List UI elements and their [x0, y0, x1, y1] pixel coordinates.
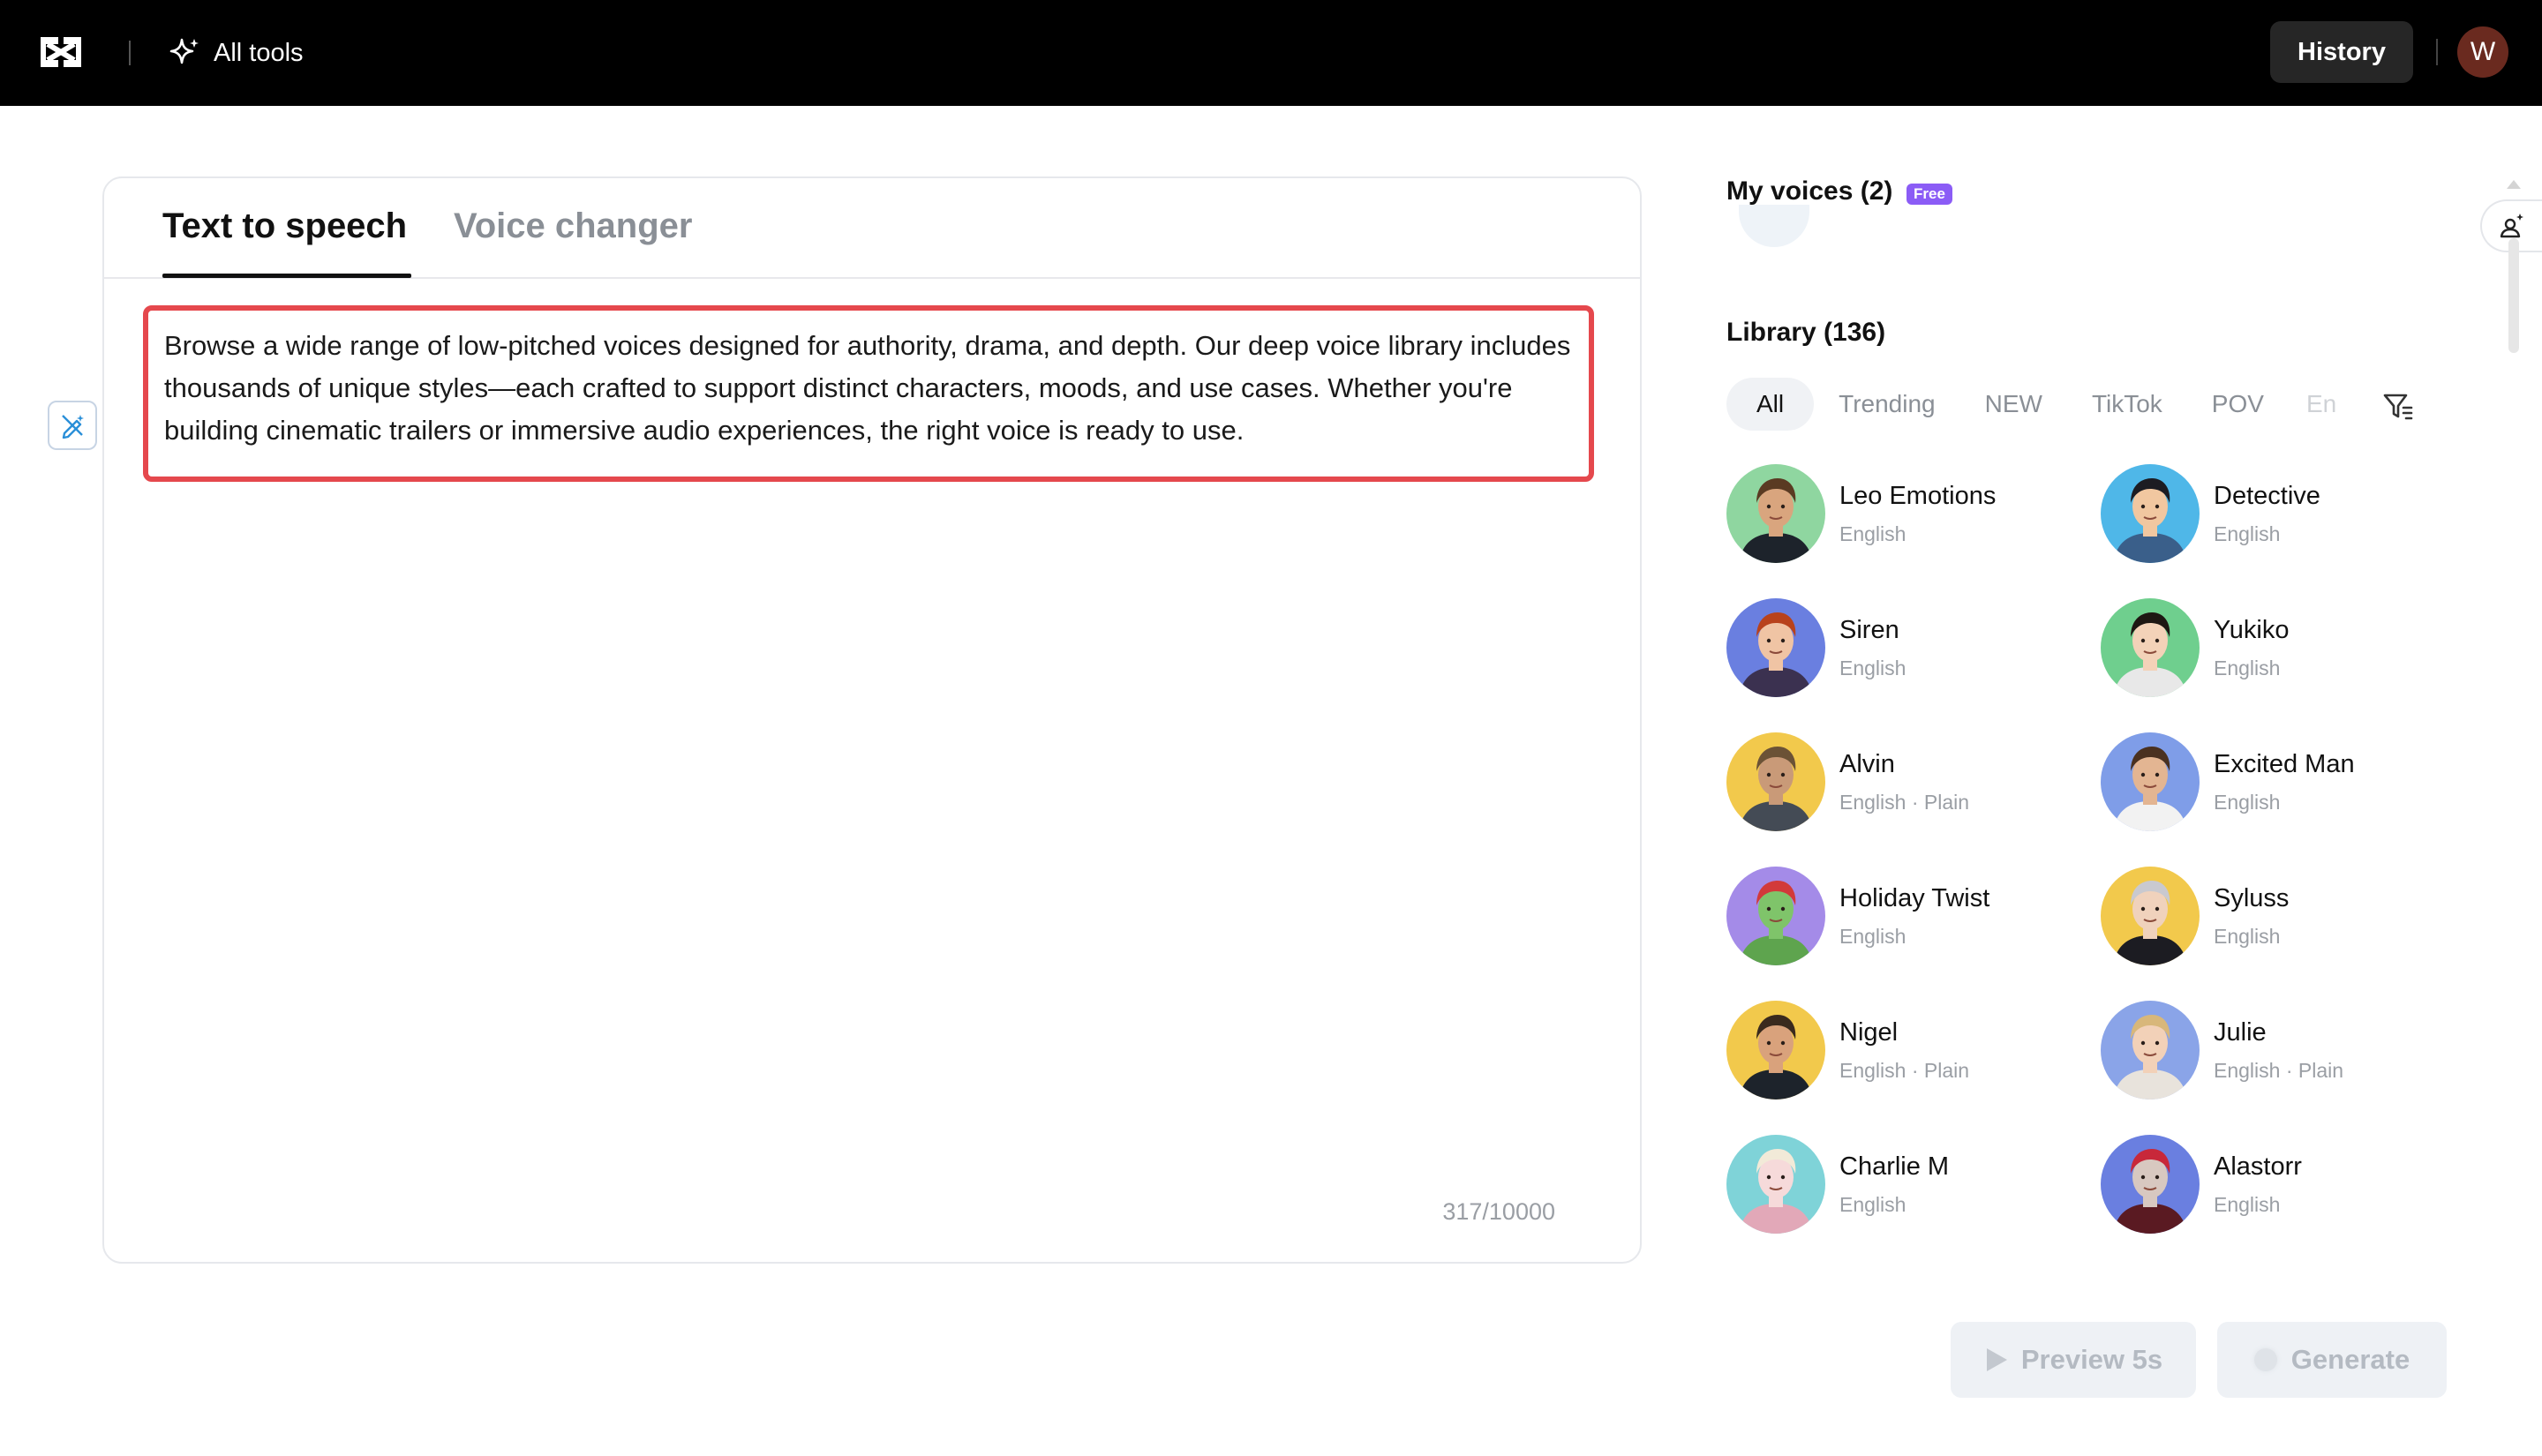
history-button[interactable]: History: [2270, 21, 2413, 83]
voice-name: Syluss: [2214, 884, 2290, 912]
active-tab-underline: [162, 274, 411, 278]
voice-item[interactable]: Holiday Twist English: [1726, 867, 2079, 967]
generate-button[interactable]: Generate: [2217, 1322, 2447, 1398]
voice-meta: English: [2214, 522, 2281, 545]
top-bar: All tools History W: [0, 0, 2542, 106]
speech-text-input[interactable]: Browse a wide range of low-pitched voice…: [143, 305, 1594, 482]
voice-item[interactable]: Syluss English: [2101, 867, 2454, 967]
voice-name: Yukiko: [2214, 616, 2290, 644]
voice-avatar: [2101, 464, 2200, 563]
voice-name: Detective: [2214, 482, 2320, 510]
voice-avatar: [1726, 867, 1825, 965]
voice-name: Alastorr: [2214, 1152, 2302, 1181]
preview-button[interactable]: Preview 5s: [1951, 1322, 2196, 1398]
voice-meta: English: [2214, 657, 2281, 679]
preview-label: Preview 5s: [2020, 1344, 2163, 1375]
voice-name: Leo Emotions: [1839, 482, 1997, 510]
voice-item[interactable]: Leo Emotions English: [1726, 464, 2079, 565]
voice-meta: English: [1839, 925, 1906, 948]
voice-meta: English: [2214, 1193, 2281, 1216]
voice-item[interactable]: Charlie M English: [1726, 1135, 2079, 1235]
voice-item[interactable]: Siren English: [1726, 598, 2079, 699]
voice-meta: English · Plain: [1839, 1059, 1970, 1082]
voice-meta: English: [2214, 791, 2281, 814]
voice-item[interactable]: Julie English · Plain: [2101, 1001, 2454, 1101]
voice-avatar: [1726, 598, 1825, 697]
generate-label: Generate: [2290, 1344, 2410, 1375]
voice-avatar: [2101, 1001, 2200, 1100]
filter-english[interactable]: En: [2289, 378, 2354, 431]
magic-edit-button[interactable]: [48, 401, 97, 450]
voice-meta: English · Plain: [1839, 791, 1970, 814]
voice-name: Holiday Twist: [1839, 884, 1990, 912]
scroll-up-arrow[interactable]: [2507, 180, 2521, 189]
filter-new[interactable]: NEW: [1960, 378, 2067, 431]
user-sparkle-icon: [2500, 214, 2523, 238]
voice-avatar: [2101, 598, 2200, 697]
panel-scrollbar[interactable]: [2508, 238, 2519, 353]
voice-name: Charlie M: [1839, 1152, 1950, 1181]
voice-avatar: [2101, 1135, 2200, 1234]
magic-pen-icon: [62, 415, 84, 439]
tab-text-to-speech[interactable]: Text to speech: [162, 206, 407, 246]
voice-item[interactable]: Nigel English · Plain: [1726, 1001, 2079, 1101]
voice-name: Siren: [1839, 616, 1899, 644]
editor-card: Text to speech Voice changer Browse a wi…: [102, 176, 1642, 1264]
tab-voice-changer[interactable]: Voice changer: [454, 206, 692, 246]
library-title: Library (136): [1726, 318, 1886, 347]
filter-trending[interactable]: Trending: [1814, 378, 1959, 431]
voice-avatar: [1726, 732, 1825, 831]
top-divider-right: [2436, 39, 2438, 65]
voice-avatar: [1726, 1135, 1825, 1234]
voice-name: Excited Man: [2214, 750, 2355, 778]
voice-avatar: [2101, 732, 2200, 831]
free-badge: Free: [1906, 184, 1952, 205]
all-tools-label: All tools: [214, 38, 304, 67]
voice-avatar: [1726, 1001, 1825, 1100]
voice-meta: English: [2214, 925, 2281, 948]
user-avatar[interactable]: W: [2457, 26, 2508, 78]
voice-name: Alvin: [1839, 750, 1895, 778]
character-count: 317/10000: [1442, 1198, 1555, 1225]
voice-meta: English: [1839, 1193, 1906, 1216]
voice-avatar: [1726, 464, 1825, 563]
voice-meta: English: [1839, 657, 1906, 679]
filter-all[interactable]: All: [1726, 378, 1815, 431]
voice-item[interactable]: Excited Man English: [2101, 732, 2454, 833]
editor-tabs: Text to speech Voice changer: [104, 178, 1640, 279]
filter-tiktok[interactable]: TikTok: [2067, 378, 2187, 431]
filter-pov[interactable]: POV: [2187, 378, 2289, 431]
generate-icon: [2253, 1348, 2277, 1371]
filter-icon[interactable]: [2380, 388, 2415, 424]
voice-item[interactable]: Yukiko English: [2101, 598, 2454, 699]
voice-item[interactable]: Alvin English · Plain: [1726, 732, 2079, 833]
voice-meta: English · Plain: [2214, 1059, 2344, 1082]
voice-meta: English: [1839, 522, 1906, 545]
voice-item[interactable]: Alastorr English: [2101, 1135, 2454, 1235]
voice-avatar: [2101, 867, 2200, 965]
capcut-logo[interactable]: [37, 32, 85, 72]
voice-name: Julie: [2214, 1018, 2267, 1047]
voice-name: Nigel: [1839, 1018, 1899, 1047]
top-divider: [129, 41, 131, 65]
my-voice-avatar-partial[interactable]: [1739, 205, 1809, 247]
my-voices-title: My voices (2): [1726, 176, 1893, 206]
library-filters: All Trending NEW TikTok POV En: [1726, 378, 2354, 431]
voice-item[interactable]: Detective English: [2101, 464, 2454, 565]
sparkle-icon: [169, 38, 199, 64]
play-icon: [1986, 1348, 2007, 1371]
all-tools-button[interactable]: All tools: [168, 32, 304, 74]
